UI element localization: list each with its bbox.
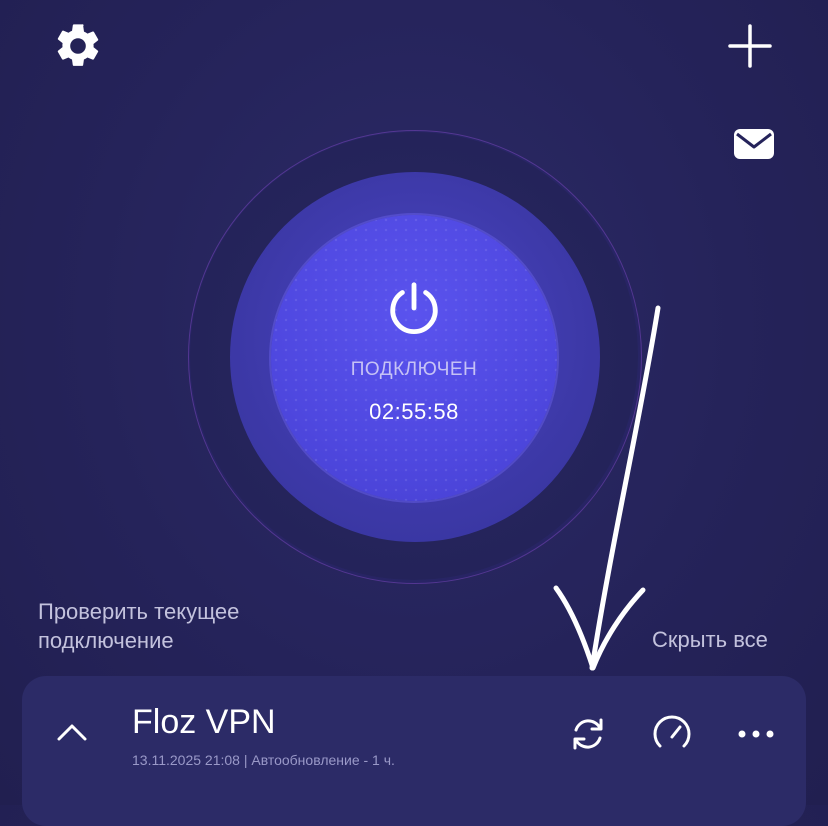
mail-button[interactable] [728,120,780,168]
plus-icon [728,24,772,68]
mail-icon [734,129,774,159]
more-options-button[interactable] [732,712,780,756]
hide-all-link[interactable]: Скрыть все [652,627,768,653]
connect-button[interactable]: ПОДКЛЮЧЕН 02:55:58 [271,215,557,501]
refresh-button[interactable] [564,710,612,758]
connection-status: ПОДКЛЮЧЕН [350,359,478,380]
refresh-icon [573,718,603,750]
gear-icon [57,24,99,66]
speed-test-button[interactable] [648,710,696,758]
check-connection-link[interactable]: Проверить текущее подключение [38,597,338,655]
expand-button[interactable] [52,712,92,752]
connection-timer: 02:55:58 [369,399,459,424]
speedometer-icon [653,715,691,748]
more-icon [738,730,774,738]
add-button[interactable] [722,18,778,74]
chevron-up-icon [57,724,87,741]
settings-button[interactable] [50,18,106,74]
server-meta: 13.11.2025 21:08 | Автообновление - 1 ч. [132,752,395,768]
server-name: Floz VPN [132,703,276,741]
power-icon [390,282,438,334]
